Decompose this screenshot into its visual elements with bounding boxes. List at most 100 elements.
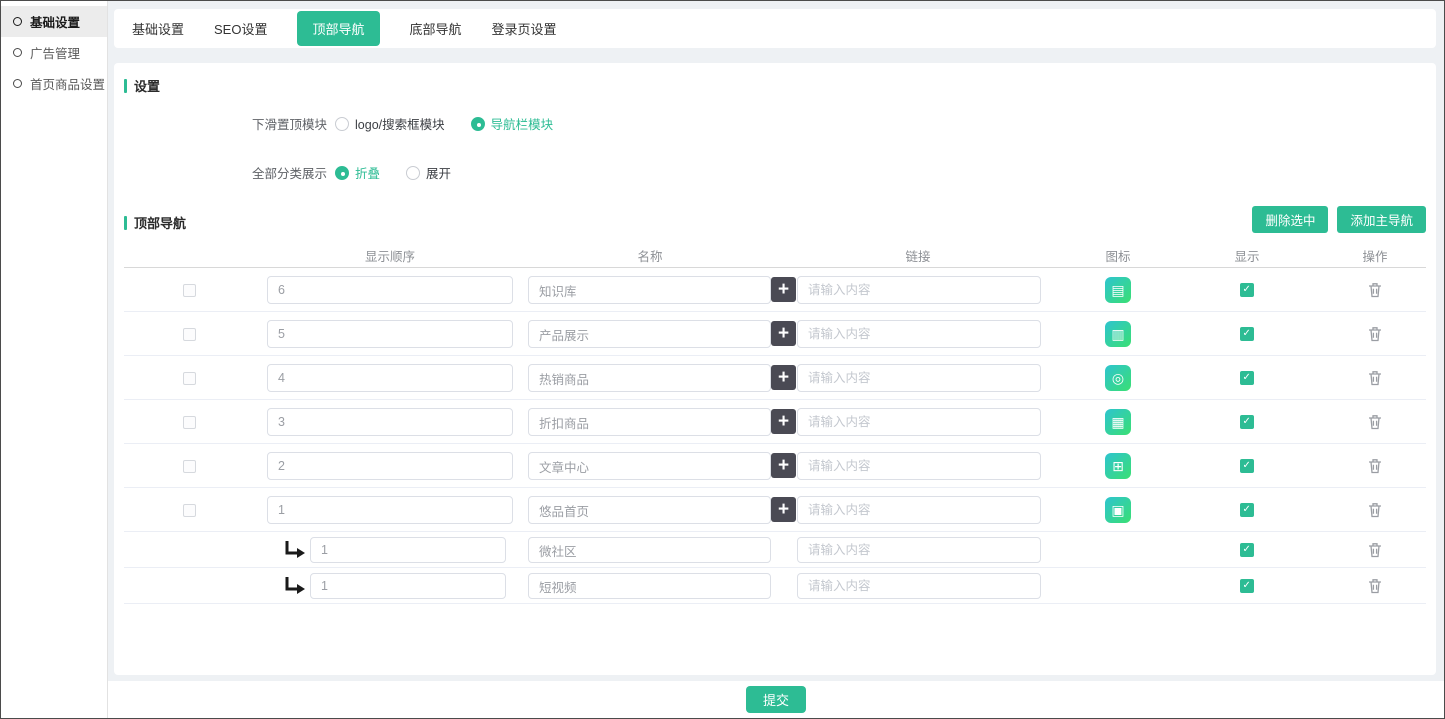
radio-navbar-module[interactable]: 导航栏模块 <box>471 114 554 133</box>
add-main-nav-button[interactable]: 添加主导航 <box>1337 206 1426 233</box>
visible-checkbox[interactable] <box>1240 371 1254 385</box>
discount-icon[interactable]: ▦ <box>1105 409 1131 435</box>
tab-seo-settings[interactable]: SEO设置 <box>214 19 267 38</box>
name-input[interactable] <box>528 537 771 563</box>
visible-checkbox[interactable] <box>1240 503 1254 517</box>
table-row: ▥ <box>124 312 1426 356</box>
radio-icon[interactable] <box>335 117 349 131</box>
radio-collapse[interactable]: 折叠 <box>335 163 380 182</box>
knowledge-base-icon[interactable]: ▤ <box>1105 277 1131 303</box>
trash-icon[interactable] <box>1368 414 1382 435</box>
order-input[interactable] <box>267 496 513 524</box>
table-header: 显示顺序 名称 链接 图标 显示 操作 <box>124 243 1426 268</box>
visible-checkbox[interactable] <box>1240 579 1254 593</box>
link-input[interactable] <box>797 364 1041 392</box>
section-title: 设置 <box>134 76 160 95</box>
tab-top-navigation[interactable]: 顶部导航 <box>297 11 379 46</box>
add-sub-nav-icon[interactable] <box>771 497 796 522</box>
column-header-visible: 显示 <box>1234 246 1259 265</box>
link-input[interactable] <box>797 573 1041 599</box>
row-select-checkbox[interactable] <box>183 284 196 297</box>
name-input[interactable] <box>528 496 771 524</box>
link-input[interactable] <box>797 537 1041 563</box>
submit-footer: 提交 <box>108 681 1444 718</box>
row-select-checkbox[interactable] <box>183 460 196 473</box>
sidebar-item-label: 首页商品设置 <box>30 74 105 93</box>
link-input[interactable] <box>797 452 1041 480</box>
visible-checkbox[interactable] <box>1240 327 1254 341</box>
visible-checkbox[interactable] <box>1240 415 1254 429</box>
name-input[interactable] <box>528 573 771 599</box>
tab-bottom-navigation[interactable]: 底部导航 <box>410 19 462 38</box>
trash-icon[interactable] <box>1368 542 1382 563</box>
field-label: 下滑置顶模块 <box>252 114 327 133</box>
order-input[interactable] <box>267 452 513 480</box>
home-icon[interactable]: ▣ <box>1105 497 1131 523</box>
add-sub-nav-icon[interactable] <box>771 277 796 302</box>
radio-icon[interactable] <box>406 166 420 180</box>
trash-icon[interactable] <box>1368 370 1382 391</box>
radio-selected-icon[interactable] <box>335 166 349 180</box>
settings-section-header: 设置 <box>124 76 160 95</box>
trash-icon[interactable] <box>1368 326 1382 347</box>
column-header-order: 显示顺序 <box>365 246 415 265</box>
name-input[interactable] <box>528 276 771 304</box>
add-sub-nav-icon[interactable] <box>771 365 796 390</box>
order-input[interactable] <box>310 573 506 599</box>
order-input[interactable] <box>310 537 506 563</box>
radio-label: 折叠 <box>355 163 380 182</box>
add-sub-nav-icon[interactable] <box>771 321 796 346</box>
name-input[interactable] <box>528 452 771 480</box>
column-header-name: 名称 <box>637 246 662 265</box>
sidebar-item-home-products[interactable]: 首页商品设置 <box>1 68 107 99</box>
column-header-operation: 操作 <box>1362 246 1387 265</box>
section-title: 顶部导航 <box>134 213 186 232</box>
article-center-icon[interactable]: ⊞ <box>1105 453 1131 479</box>
delete-selected-button[interactable]: 删除选中 <box>1252 206 1328 233</box>
submit-button[interactable]: 提交 <box>746 686 806 713</box>
link-input[interactable] <box>797 408 1041 436</box>
order-input[interactable] <box>267 408 513 436</box>
visible-checkbox[interactable] <box>1240 543 1254 557</box>
table-row: ◎ <box>124 356 1426 400</box>
sidebar-item-basic-settings[interactable]: 基础设置 <box>1 6 107 37</box>
name-input[interactable] <box>528 408 771 436</box>
trash-icon[interactable] <box>1368 578 1382 599</box>
radio-logo-search-module[interactable]: logo/搜索框模块 <box>335 114 445 133</box>
name-input[interactable] <box>528 320 771 348</box>
circle-icon <box>13 48 22 57</box>
link-input[interactable] <box>797 496 1041 524</box>
sidebar-item-label: 基础设置 <box>30 12 80 31</box>
trash-icon[interactable] <box>1368 458 1382 479</box>
sidebar: 基础设置 广告管理 首页商品设置 <box>1 1 108 718</box>
top-navigation-panel: 设置 下滑置顶模块 logo/搜索框模块 导航栏模块 全部分类展示 折叠 <box>114 63 1436 675</box>
radio-selected-icon[interactable] <box>471 117 485 131</box>
add-sub-nav-icon[interactable] <box>771 409 796 434</box>
link-input[interactable] <box>797 320 1041 348</box>
sidebar-item-ad-management[interactable]: 广告管理 <box>1 37 107 68</box>
radio-label: logo/搜索框模块 <box>355 114 445 133</box>
radio-expand[interactable]: 展开 <box>406 163 451 182</box>
visible-checkbox[interactable] <box>1240 459 1254 473</box>
trash-icon[interactable] <box>1368 282 1382 303</box>
trash-icon[interactable] <box>1368 502 1382 523</box>
row-select-checkbox[interactable] <box>183 328 196 341</box>
table-row: ▤ <box>124 268 1426 312</box>
tab-login-page-settings[interactable]: 登录页设置 <box>492 19 557 38</box>
name-input[interactable] <box>528 364 771 392</box>
row-select-checkbox[interactable] <box>183 416 196 429</box>
order-input[interactable] <box>267 320 513 348</box>
product-display-icon[interactable]: ▥ <box>1105 321 1131 347</box>
tab-basic-settings[interactable]: 基础设置 <box>132 19 184 38</box>
row-select-checkbox[interactable] <box>183 504 196 517</box>
hot-sale-icon[interactable]: ◎ <box>1105 365 1131 391</box>
add-sub-nav-icon[interactable] <box>771 453 796 478</box>
category-display-row: 全部分类展示 折叠 展开 <box>252 163 477 182</box>
order-input[interactable] <box>267 276 513 304</box>
column-header-icon: 图标 <box>1105 246 1130 265</box>
row-select-checkbox[interactable] <box>183 372 196 385</box>
order-input[interactable] <box>267 364 513 392</box>
link-input[interactable] <box>797 276 1041 304</box>
visible-checkbox[interactable] <box>1240 283 1254 297</box>
column-header-link: 链接 <box>905 246 930 265</box>
